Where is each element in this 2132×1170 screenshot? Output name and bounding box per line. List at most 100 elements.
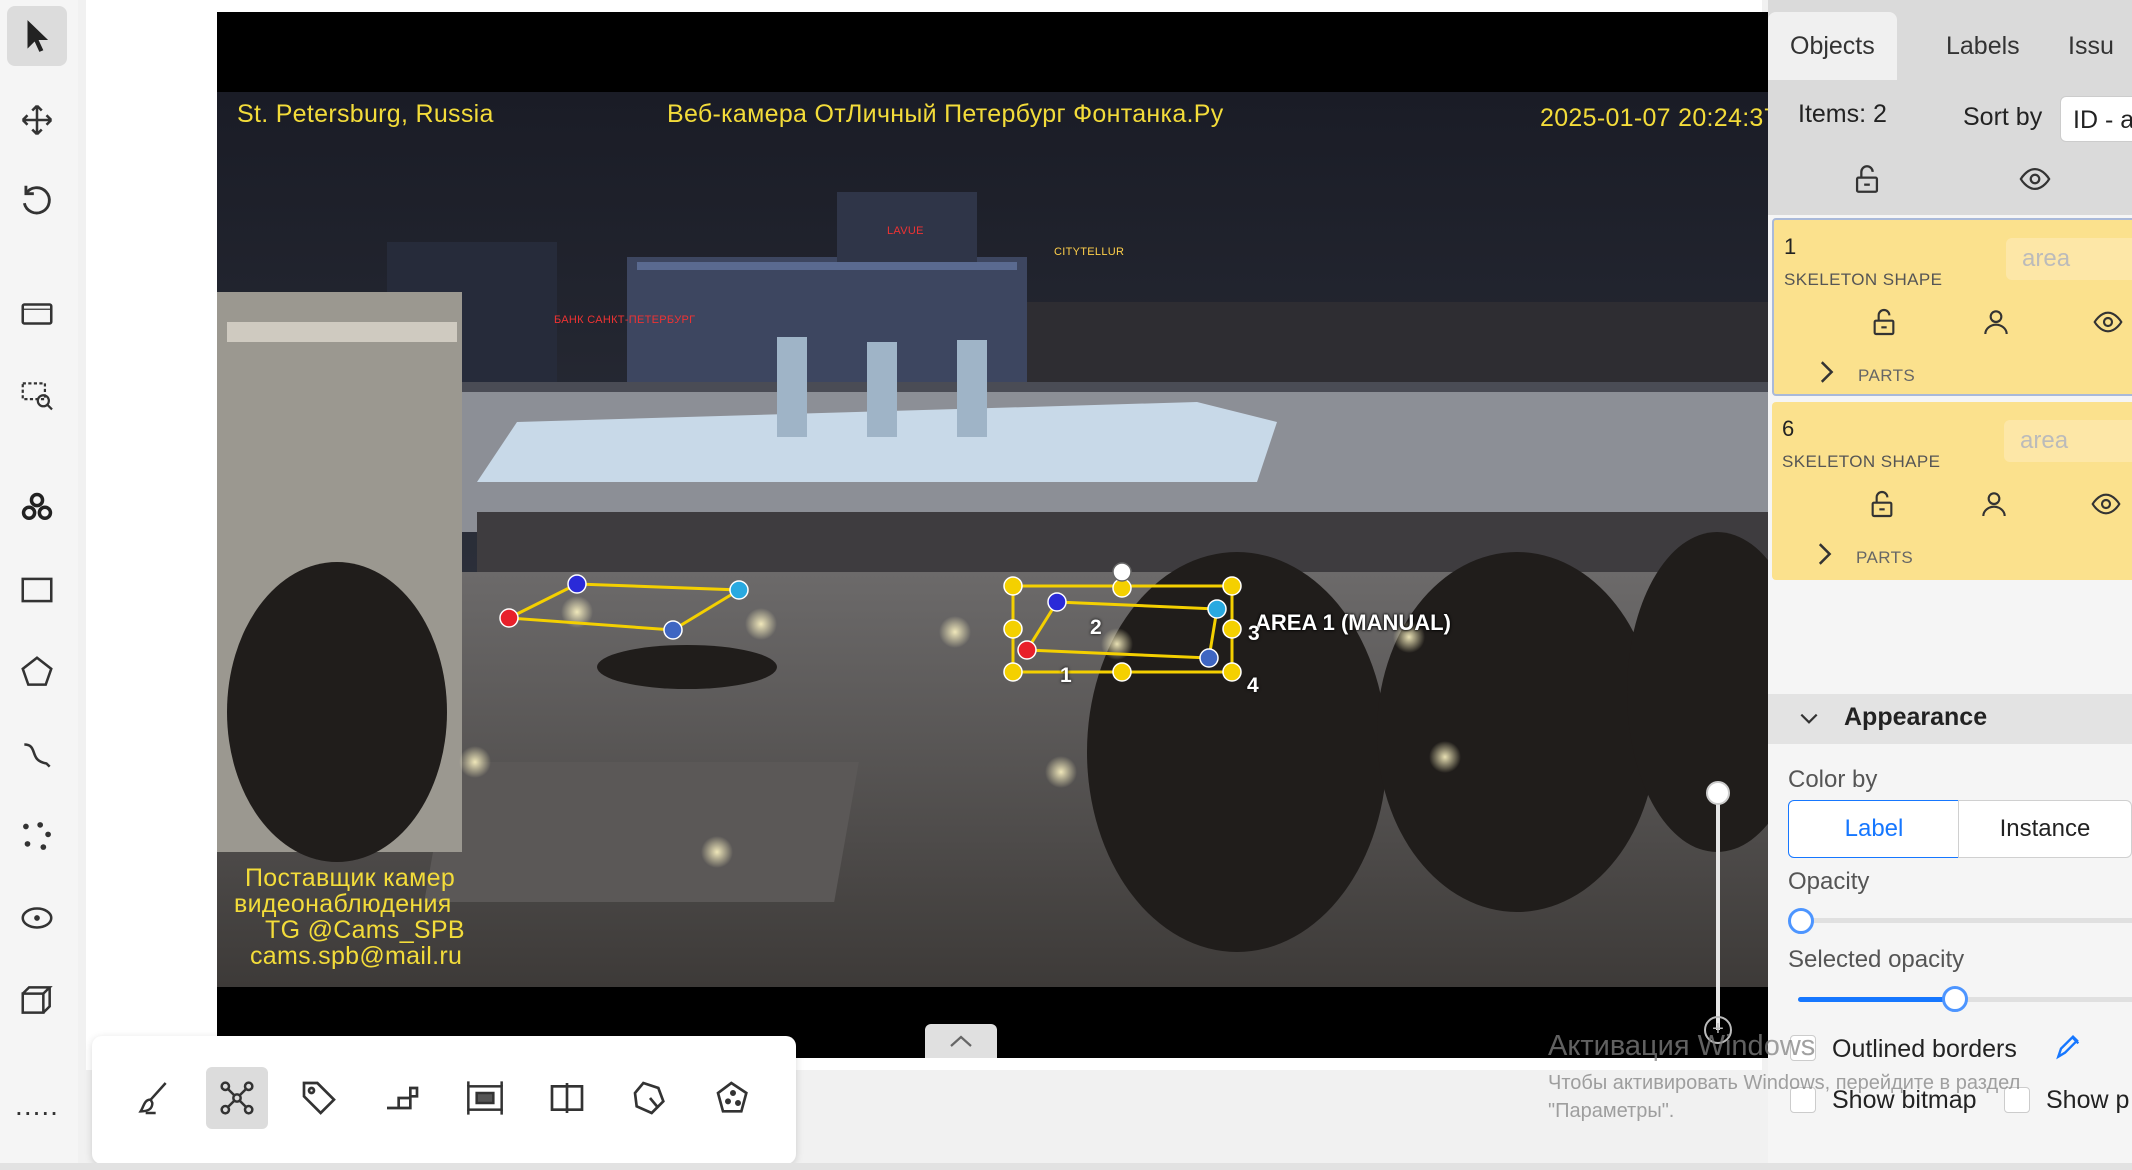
object-label-select[interactable]: area [2004, 420, 2132, 462]
region-of-interest-tool-button[interactable] [454, 1067, 516, 1129]
drawing-toolbar [92, 1036, 796, 1164]
eye-icon[interactable] [2090, 488, 2122, 520]
polyline-step-icon [387, 1086, 419, 1110]
keypoint-steel-blue [663, 620, 683, 640]
slice-polygon-icon [716, 1081, 748, 1113]
provider-line-2: видеонаблюдения [234, 890, 452, 918]
keypoint-blue [567, 574, 587, 594]
opacity-slider-track[interactable] [1798, 918, 2132, 923]
parts-toggle[interactable]: PARTS [1858, 366, 1915, 386]
chevron-right-icon[interactable] [1816, 358, 1836, 386]
color-by-label-button[interactable]: Label [1788, 800, 1960, 858]
polygon-tool-button[interactable] [7, 642, 67, 702]
cursor-tool-button[interactable] [7, 6, 67, 66]
selected-opacity-slider-fill [1798, 997, 1954, 1002]
object-id: 6 [1782, 416, 1795, 441]
eye-icon[interactable] [2092, 306, 2124, 338]
timestamp-overlay-text: 2025-01-07 20:24:37 [1540, 104, 1778, 132]
openvino-tool-button[interactable] [7, 478, 67, 538]
user-icon[interactable] [1978, 488, 2010, 520]
selected-opacity-slider-handle[interactable] [1942, 986, 1968, 1012]
object-label-select[interactable]: area [2006, 238, 2132, 280]
appearance-title: Appearance [1844, 703, 1988, 731]
points-tool-button[interactable] [7, 806, 67, 866]
object-card-1[interactable]: 1 SKELETON SHAPE area PARTS [1772, 218, 2132, 396]
items-count: Items: 2 [1798, 100, 1887, 128]
sort-by-select[interactable]: ID - a [2060, 96, 2132, 142]
tag-tool-button[interactable] [288, 1067, 350, 1129]
slice-polygon-tool-button[interactable] [702, 1067, 764, 1129]
split-icon [550, 1083, 584, 1113]
object-type: SKELETON SHAPE [1784, 270, 1943, 289]
opacity-slider-handle[interactable] [1788, 908, 1814, 934]
fit-image-icon [21, 303, 53, 325]
unlock-all-icon[interactable] [1850, 162, 1884, 196]
windows-activation-title: Активация Windows [1548, 1030, 1816, 1062]
annotation-layer [499, 562, 1242, 682]
objects-sidebar: Objects Labels Issu Items: 2 Sort by ID … [1768, 0, 2132, 1170]
more-tools-button[interactable]: ..... [7, 1076, 67, 1136]
cuboid-tool-button[interactable] [7, 970, 67, 1030]
keypoint-cyan [729, 580, 749, 600]
tab-labels[interactable]: Labels [1924, 12, 2042, 80]
canvas-area: St. Petersburg, Russia Веб-камера ОтЛичн… [86, 0, 1787, 1070]
collapse-toolbar-button[interactable] [925, 1024, 997, 1058]
zoom-slider-track[interactable] [1716, 790, 1720, 1030]
camera-name-overlay-text: Веб-камера ОтЛичный Петербург Фонтанка.Р… [667, 100, 1224, 128]
parts-toggle[interactable]: PARTS [1856, 548, 1913, 568]
openvino-icon [21, 492, 53, 521]
skeleton-shape-6[interactable] [1003, 562, 1242, 682]
rotate-tool-button[interactable] [7, 170, 67, 230]
polyline-tool-button[interactable] [7, 724, 67, 784]
rotate-icon [22, 185, 51, 215]
object-type: SKELETON SHAPE [1782, 452, 1941, 471]
point-number-3: 3 [1248, 622, 1260, 645]
outlined-borders-label: Outlined borders [1832, 1035, 2017, 1063]
move-tool-button[interactable] [7, 90, 67, 150]
appearance-section-header[interactable]: Appearance [1768, 694, 2132, 744]
provider-line-4: cams.spb@mail.ru [250, 942, 463, 970]
object-card-6[interactable]: 6 SKELETON SHAPE area PARTS [1772, 402, 2132, 580]
point-number-2: 2 [1090, 616, 1102, 639]
region-of-interest-icon [467, 1081, 503, 1115]
ellipse-tool-button[interactable] [7, 888, 67, 948]
point-number-4: 4 [1247, 674, 1259, 697]
building-sign-2: CITYTELLUR [1054, 246, 1125, 258]
selected-opacity-label: Selected opacity [1788, 946, 1965, 973]
rectangle-icon [21, 577, 53, 603]
zoom-slider-handle[interactable] [1706, 781, 1730, 805]
eye-all-icon[interactable] [2018, 162, 2052, 196]
split-tool-button[interactable] [536, 1067, 598, 1129]
skeleton-icon [220, 1081, 254, 1115]
opacity-label: Opacity [1788, 868, 1870, 895]
join-polygon-icon [633, 1081, 665, 1115]
image-canvas[interactable]: St. Petersburg, Russia Веб-камера ОтЛичн… [217, 12, 1787, 1058]
fit-image-button[interactable] [7, 284, 67, 344]
zoom-region-button[interactable] [7, 366, 67, 426]
tab-issues[interactable]: Issu [2046, 12, 2132, 80]
tag-icon [302, 1081, 336, 1115]
sort-by-label: Sort by [1963, 103, 2043, 131]
rectangle-tool-button[interactable] [7, 560, 67, 620]
brush-tool-button[interactable] [123, 1067, 185, 1129]
move-icon [21, 104, 53, 136]
user-icon[interactable] [1980, 306, 2012, 338]
polyline-icon [24, 743, 51, 768]
building-sign-1: LAVUE [887, 225, 924, 237]
chevron-right-icon[interactable] [1814, 540, 1834, 568]
color-picker-icon[interactable] [2053, 1030, 2085, 1062]
color-by-instance-button[interactable]: Instance [1958, 800, 2132, 858]
show-projections-label: Show p [2046, 1086, 2130, 1114]
cursor-icon [27, 20, 49, 52]
skeleton-tool-button[interactable] [206, 1067, 268, 1129]
tab-objects[interactable]: Objects [1768, 12, 1897, 80]
unlock-icon[interactable] [1868, 306, 1900, 338]
unlock-icon[interactable] [1866, 488, 1898, 520]
location-overlay-text: St. Petersburg, Russia [237, 100, 494, 128]
skeleton-shape-1[interactable] [499, 574, 749, 640]
join-polygon-tool-button[interactable] [619, 1067, 681, 1129]
provider-line-1: Поставщик камер [245, 864, 456, 892]
polygon-icon [21, 656, 53, 686]
polyline-step-tool-button[interactable] [371, 1067, 433, 1129]
points-icon [23, 822, 51, 850]
